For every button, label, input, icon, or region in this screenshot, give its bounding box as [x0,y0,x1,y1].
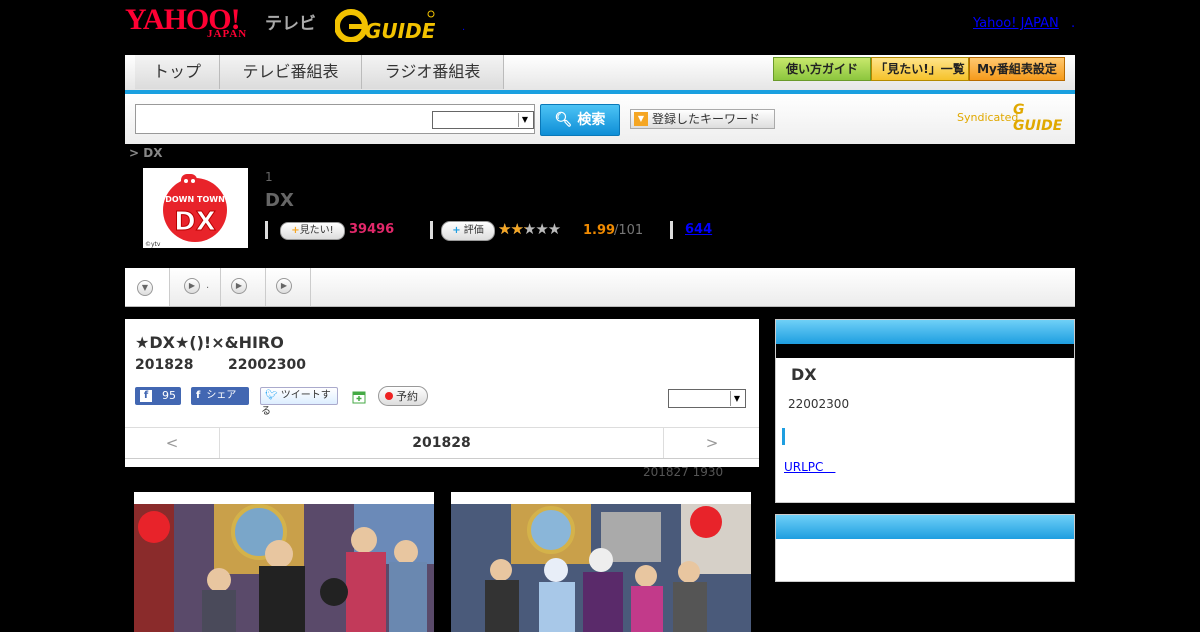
star-icon-row: ★★★★★ ★★★★★ [498,220,561,238]
mitai-button[interactable]: +見たい! [280,222,345,240]
yahoo-japan-link[interactable]: Yahoo! JAPAN [973,16,1059,31]
play-icon: ▶ [231,278,247,294]
reserve-button[interactable]: 予約 [378,386,428,406]
reviews-link[interactable]: 644 [685,222,712,237]
rating-score: 1.99 [583,223,616,238]
sidebar-url-link[interactable]: URLPC [784,458,835,475]
search-category-select[interactable]: ▼ [432,111,534,129]
sidebar-2-header [776,515,1074,539]
updated-timestamp: 201827 1930 [643,465,724,479]
search-button[interactable]: 🔍︎ 検索 [540,104,620,136]
nav-tab-top[interactable]: トップ [135,55,220,89]
studio-photo-1 [134,504,434,632]
header-dot: . [462,22,466,33]
episode-select[interactable]: ▼ [668,389,746,408]
tab-3[interactable]: ▶ [221,268,266,306]
episode-photo-1[interactable] [134,492,434,632]
plus-icon: + [291,225,300,236]
program-title: DX [265,190,294,211]
usage-guide-button[interactable]: 使い方ガイド [773,57,871,81]
chevron-down-icon: ▼ [518,113,531,127]
record-dot-icon [385,392,393,400]
rate-button[interactable]: + 評価 [441,221,495,241]
mitai-label: 見たい! [299,225,334,236]
sidebar-panel-2 [775,514,1075,582]
tab-2-label: . [206,280,210,291]
reserve-label: 予約 [396,390,418,403]
separator-bar [430,221,433,239]
episode-title: ★DX★()!×&HIRO [135,333,284,352]
tv-logo-text[interactable]: テレビ [265,9,316,34]
tab-1[interactable]: ▼ [125,268,170,306]
header-dot-2: . [1071,16,1076,31]
rating-total: /101 [614,223,644,238]
play-icon: ▶ [184,278,200,294]
gguide-logo-icon: GUIDE [334,9,436,43]
calendar-plus-icon [352,391,366,404]
svg-text:©ytv: ©ytv [145,241,161,248]
main-nav: トップ テレビ番組表 ラジオ番組表 使い方ガイド 「見たい!」一覧 My番組表設… [125,55,1075,94]
episode-time: 22002300 [228,357,306,373]
date-pager: < 201828 > [125,427,759,459]
rating-stars: ★★★★★ ★★★★★ [498,220,561,238]
syndicated-gguide-logo: G GUIDE [1013,102,1063,134]
sidebar-time: 22002300 [788,397,850,411]
chevron-down-icon: ▼ [730,391,743,406]
sidebar-accent-bar [782,428,785,445]
plus-icon: + [452,225,461,236]
separator-bar [670,221,673,239]
site-header: YAHOO! JAPAN テレビ GUIDE . Yahoo! JAPAN . [125,0,1075,55]
nav-tab-radio-listings[interactable]: ラジオ番組表 [362,55,504,89]
tab-2[interactable]: ▶ . [170,268,221,306]
search-bar: ▼ 🔍︎ 検索 ▼ 登録したキーワード Syndicated G GUIDE [125,94,1075,144]
tweet-button[interactable]: 🐦︎ ツイートする [260,387,338,417]
tab-4[interactable]: ▶ [266,268,311,306]
stars-filled: ★★★★★ [498,220,526,238]
svg-text:GUIDE: GUIDE [365,19,435,42]
sidebar-panel: DX 22002300 URLPC [775,319,1075,503]
sidebar-header [776,320,1074,344]
program-thumbnail[interactable]: DOWN TOWN DX ©ytv [143,168,248,248]
downtown-dx-logo-icon: DOWN TOWN DX ©ytv [145,174,227,248]
search-icon: 🔍︎ [554,112,573,128]
program-number: 1 [265,170,273,184]
dropdown-arrow-icon: ▼ [634,112,648,126]
breadcrumb[interactable]: > DX [129,146,162,160]
facebook-icon: f [196,390,201,401]
pager-date: 201828 [412,435,471,451]
svg-text:DOWN TOWN: DOWN TOWN [165,195,225,204]
yahoo-japan-logo-text: JAPAN [207,28,248,40]
twitter-bird-icon: 🐦︎ [265,390,278,401]
rate-label: 評価 [463,225,484,236]
svg-text:DX: DX [174,207,216,237]
facebook-like-button[interactable]: f 95 [135,387,181,405]
pager-next-button[interactable]: > [663,428,760,458]
episode-date: 201828 [135,357,194,373]
pager-prev-button[interactable]: < [125,428,220,458]
gguide-logo[interactable]: GUIDE [334,8,436,43]
registered-keywords-label: 登録したキーワード [652,112,761,126]
facebook-like-count: 95 [162,389,176,402]
sidebar-header-strip [776,344,1074,358]
episode-panel: ★DX★()!×&HIRO 201828 22002300 f 95 f シェア 🐦… [125,319,759,467]
facebook-share-label: シェア [206,390,237,401]
episode-photo-2[interactable] [451,492,751,632]
chevron-down-icon: ▼ [137,280,153,296]
mitai-count: 39496 [349,222,395,237]
my-schedule-settings-button[interactable]: My番組表設定 [969,57,1065,81]
facebook-icon: f [140,390,152,402]
program-tabs: ▼ ▶ . ▶ ▶ [125,268,1075,307]
studio-photo-2 [451,504,751,632]
add-calendar-icon[interactable] [351,388,367,404]
syndicated-text: Syndicated [957,111,1019,124]
search-button-label: 検索 [577,112,606,128]
facebook-share-button[interactable]: f シェア [191,387,249,405]
sidebar-title: DX [791,365,817,384]
mitai-list-button[interactable]: 「見たい!」一覧 [871,57,969,81]
play-icon: ▶ [276,278,292,294]
registered-keywords-button[interactable]: ▼ 登録したキーワード [630,109,775,129]
separator-bar [265,221,268,239]
nav-tab-tv-listings[interactable]: テレビ番組表 [220,55,362,89]
